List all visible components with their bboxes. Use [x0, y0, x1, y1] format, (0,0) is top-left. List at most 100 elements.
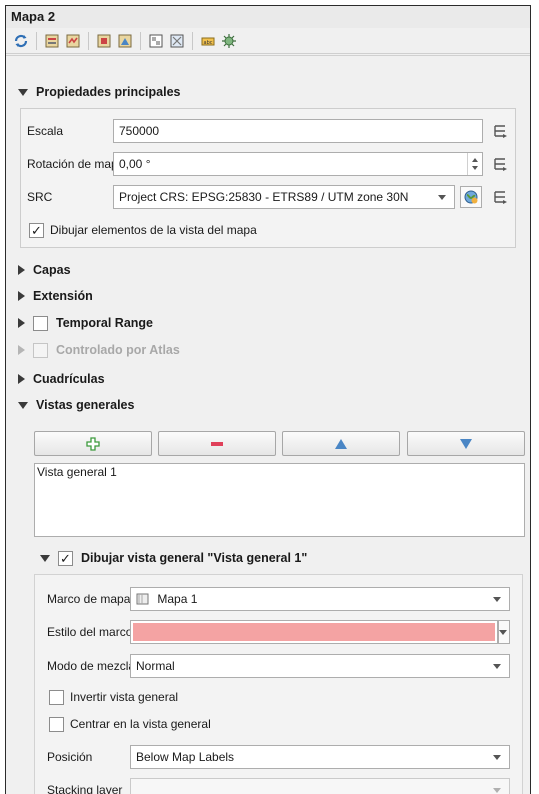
data-defined-override-icon[interactable]: [489, 186, 511, 208]
section-title: Controlado por Atlas: [56, 343, 180, 357]
globe-icon: [464, 190, 478, 204]
collapse-arrow-icon: [40, 554, 50, 562]
list-item[interactable]: Vista general 1: [35, 464, 524, 480]
center-overview-label: Centrar en la vista general: [70, 717, 211, 731]
toolbar-separator: [36, 31, 37, 50]
section-title: Propiedades principales: [36, 85, 181, 99]
section-title: Extensión: [33, 289, 93, 303]
chevron-down-icon: [493, 664, 501, 669]
move-overview-down-button[interactable]: [407, 431, 525, 456]
rotation-value: 0,00 °: [119, 157, 151, 171]
overview-list[interactable]: Vista general 1: [34, 463, 525, 537]
position-value: Below Map Labels: [136, 750, 235, 764]
section-temporal-range[interactable]: Temporal Range: [18, 313, 153, 333]
scale-input[interactable]: 750000: [113, 119, 483, 143]
expand-arrow-icon: [18, 345, 25, 355]
properties-scroll-area[interactable]: Propiedades principales Escala 750000 Ro…: [6, 55, 530, 794]
guides-icon[interactable]: [95, 32, 113, 50]
center-overview-checkbox[interactable]: [49, 716, 64, 732]
data-defined-override-icon[interactable]: [489, 120, 511, 142]
chevron-down-icon: [438, 195, 446, 200]
data-defined-override-icon[interactable]: [489, 153, 511, 175]
section-title: Capas: [33, 263, 71, 277]
center-overview-toggle[interactable]: Centrar en la vista general: [49, 715, 211, 733]
toolbar-separator: [88, 31, 89, 50]
atlas-icon[interactable]: [64, 32, 82, 50]
plus-icon: [86, 436, 100, 451]
section-title: Temporal Range: [56, 316, 154, 330]
section-atlas-controlled: Controlado por Atlas: [18, 340, 180, 360]
crs-select[interactable]: Project CRS: EPSG:25830 - ETRS89 / UTM z…: [113, 185, 455, 209]
layer-icon[interactable]: [116, 32, 134, 50]
expand-arrow-icon: [18, 374, 25, 384]
stacking-layer-label: Stacking layer: [47, 783, 123, 794]
map-frame-label: Marco de mapa: [47, 592, 131, 606]
crs-selector-button[interactable]: [460, 186, 482, 208]
crs-value: Project CRS: EPSG:25830 - ETRS89 / UTM z…: [119, 190, 409, 204]
invert-overview-toggle[interactable]: Invertir vista general: [49, 688, 178, 706]
collapse-arrow-icon: [18, 88, 28, 96]
chevron-down-icon: [493, 755, 501, 760]
frame-style-swatch: [133, 623, 495, 641]
frame-style-menu-button[interactable]: [498, 620, 510, 644]
blend-mode-value: Normal: [136, 659, 175, 673]
layout-item-panel: Mapa 2 abc Propiedades principales Escal…: [5, 5, 531, 794]
section-main-properties[interactable]: Propiedades principales: [18, 82, 181, 102]
draw-map-items-toggle[interactable]: ✓ Dibujar elementos de la vista del mapa: [29, 221, 257, 239]
map-preview-icon[interactable]: [147, 32, 165, 50]
map-frame-value: Mapa 1: [157, 592, 198, 606]
draw-overview-group: Marco de mapa Mapa 1 Estilo del marco Mo…: [34, 574, 523, 794]
invert-overview-checkbox[interactable]: [49, 689, 64, 705]
collapse-arrow-icon: [18, 401, 28, 409]
temporal-range-checkbox[interactable]: [33, 315, 48, 331]
overview-icon[interactable]: [168, 32, 186, 50]
blend-mode-label: Modo de mezcla: [47, 659, 136, 673]
section-grids[interactable]: Cuadrículas: [18, 369, 105, 389]
expand-arrow-icon: [18, 291, 25, 301]
draw-map-items-label: Dibujar elementos de la vista del mapa: [50, 223, 257, 237]
toolbar-separator: [192, 31, 193, 50]
svg-text:abc: abc: [204, 40, 213, 46]
stacking-layer-select: [130, 778, 510, 794]
section-extent[interactable]: Extensión: [18, 286, 93, 306]
refresh-icon[interactable]: [12, 32, 30, 50]
crs-label: SRC: [27, 190, 53, 204]
main-properties-group: Escala 750000 Rotación de mapa 0,00 ° SR…: [20, 108, 516, 248]
rotation-input[interactable]: 0,00 °: [113, 152, 483, 176]
toolbar-separator: [140, 31, 141, 50]
chevron-down-icon: [499, 630, 507, 635]
settings-icon[interactable]: [220, 32, 238, 50]
move-overview-up-button[interactable]: [282, 431, 400, 456]
arrow-up-icon: [335, 438, 347, 449]
frame-style-label: Estilo del marco: [47, 625, 133, 639]
panel-title: Mapa 2: [6, 6, 530, 28]
minus-icon: [211, 441, 223, 446]
invert-overview-label: Invertir vista general: [70, 690, 179, 704]
position-select[interactable]: Below Map Labels: [130, 745, 510, 769]
draw-map-items-checkbox[interactable]: ✓: [29, 222, 44, 238]
item-toolbar: abc: [6, 28, 530, 54]
atlas-controlled-checkbox: [33, 342, 48, 358]
section-title: Cuadrículas: [33, 372, 105, 386]
chevron-down-icon: [493, 597, 501, 602]
remove-overview-button[interactable]: [158, 431, 276, 456]
frame-style-button[interactable]: [130, 620, 498, 644]
section-overviews[interactable]: Vistas generales: [18, 395, 134, 415]
section-layers[interactable]: Capas: [18, 260, 71, 280]
label-icon[interactable]: abc: [199, 32, 217, 50]
arrow-down-icon: [460, 438, 472, 449]
draw-overview-checkbox[interactable]: ✓: [58, 550, 73, 566]
add-overview-button[interactable]: [34, 431, 152, 456]
chevron-down-icon: [493, 788, 501, 793]
section-draw-overview[interactable]: ✓ Dibujar vista general "Vista general 1…: [40, 548, 307, 568]
section-title: Dibujar vista general "Vista general 1": [81, 551, 308, 565]
expand-arrow-icon: [18, 265, 25, 275]
section-title: Vistas generales: [36, 398, 135, 412]
scale-label: Escala: [27, 124, 64, 138]
rotation-spinner[interactable]: [467, 153, 481, 175]
overview-button-row: [34, 431, 525, 456]
map-frame-select[interactable]: Mapa 1: [130, 587, 510, 611]
blend-mode-select[interactable]: Normal: [130, 654, 510, 678]
item-properties-icon[interactable]: [43, 32, 61, 50]
expand-arrow-icon: [18, 318, 25, 328]
